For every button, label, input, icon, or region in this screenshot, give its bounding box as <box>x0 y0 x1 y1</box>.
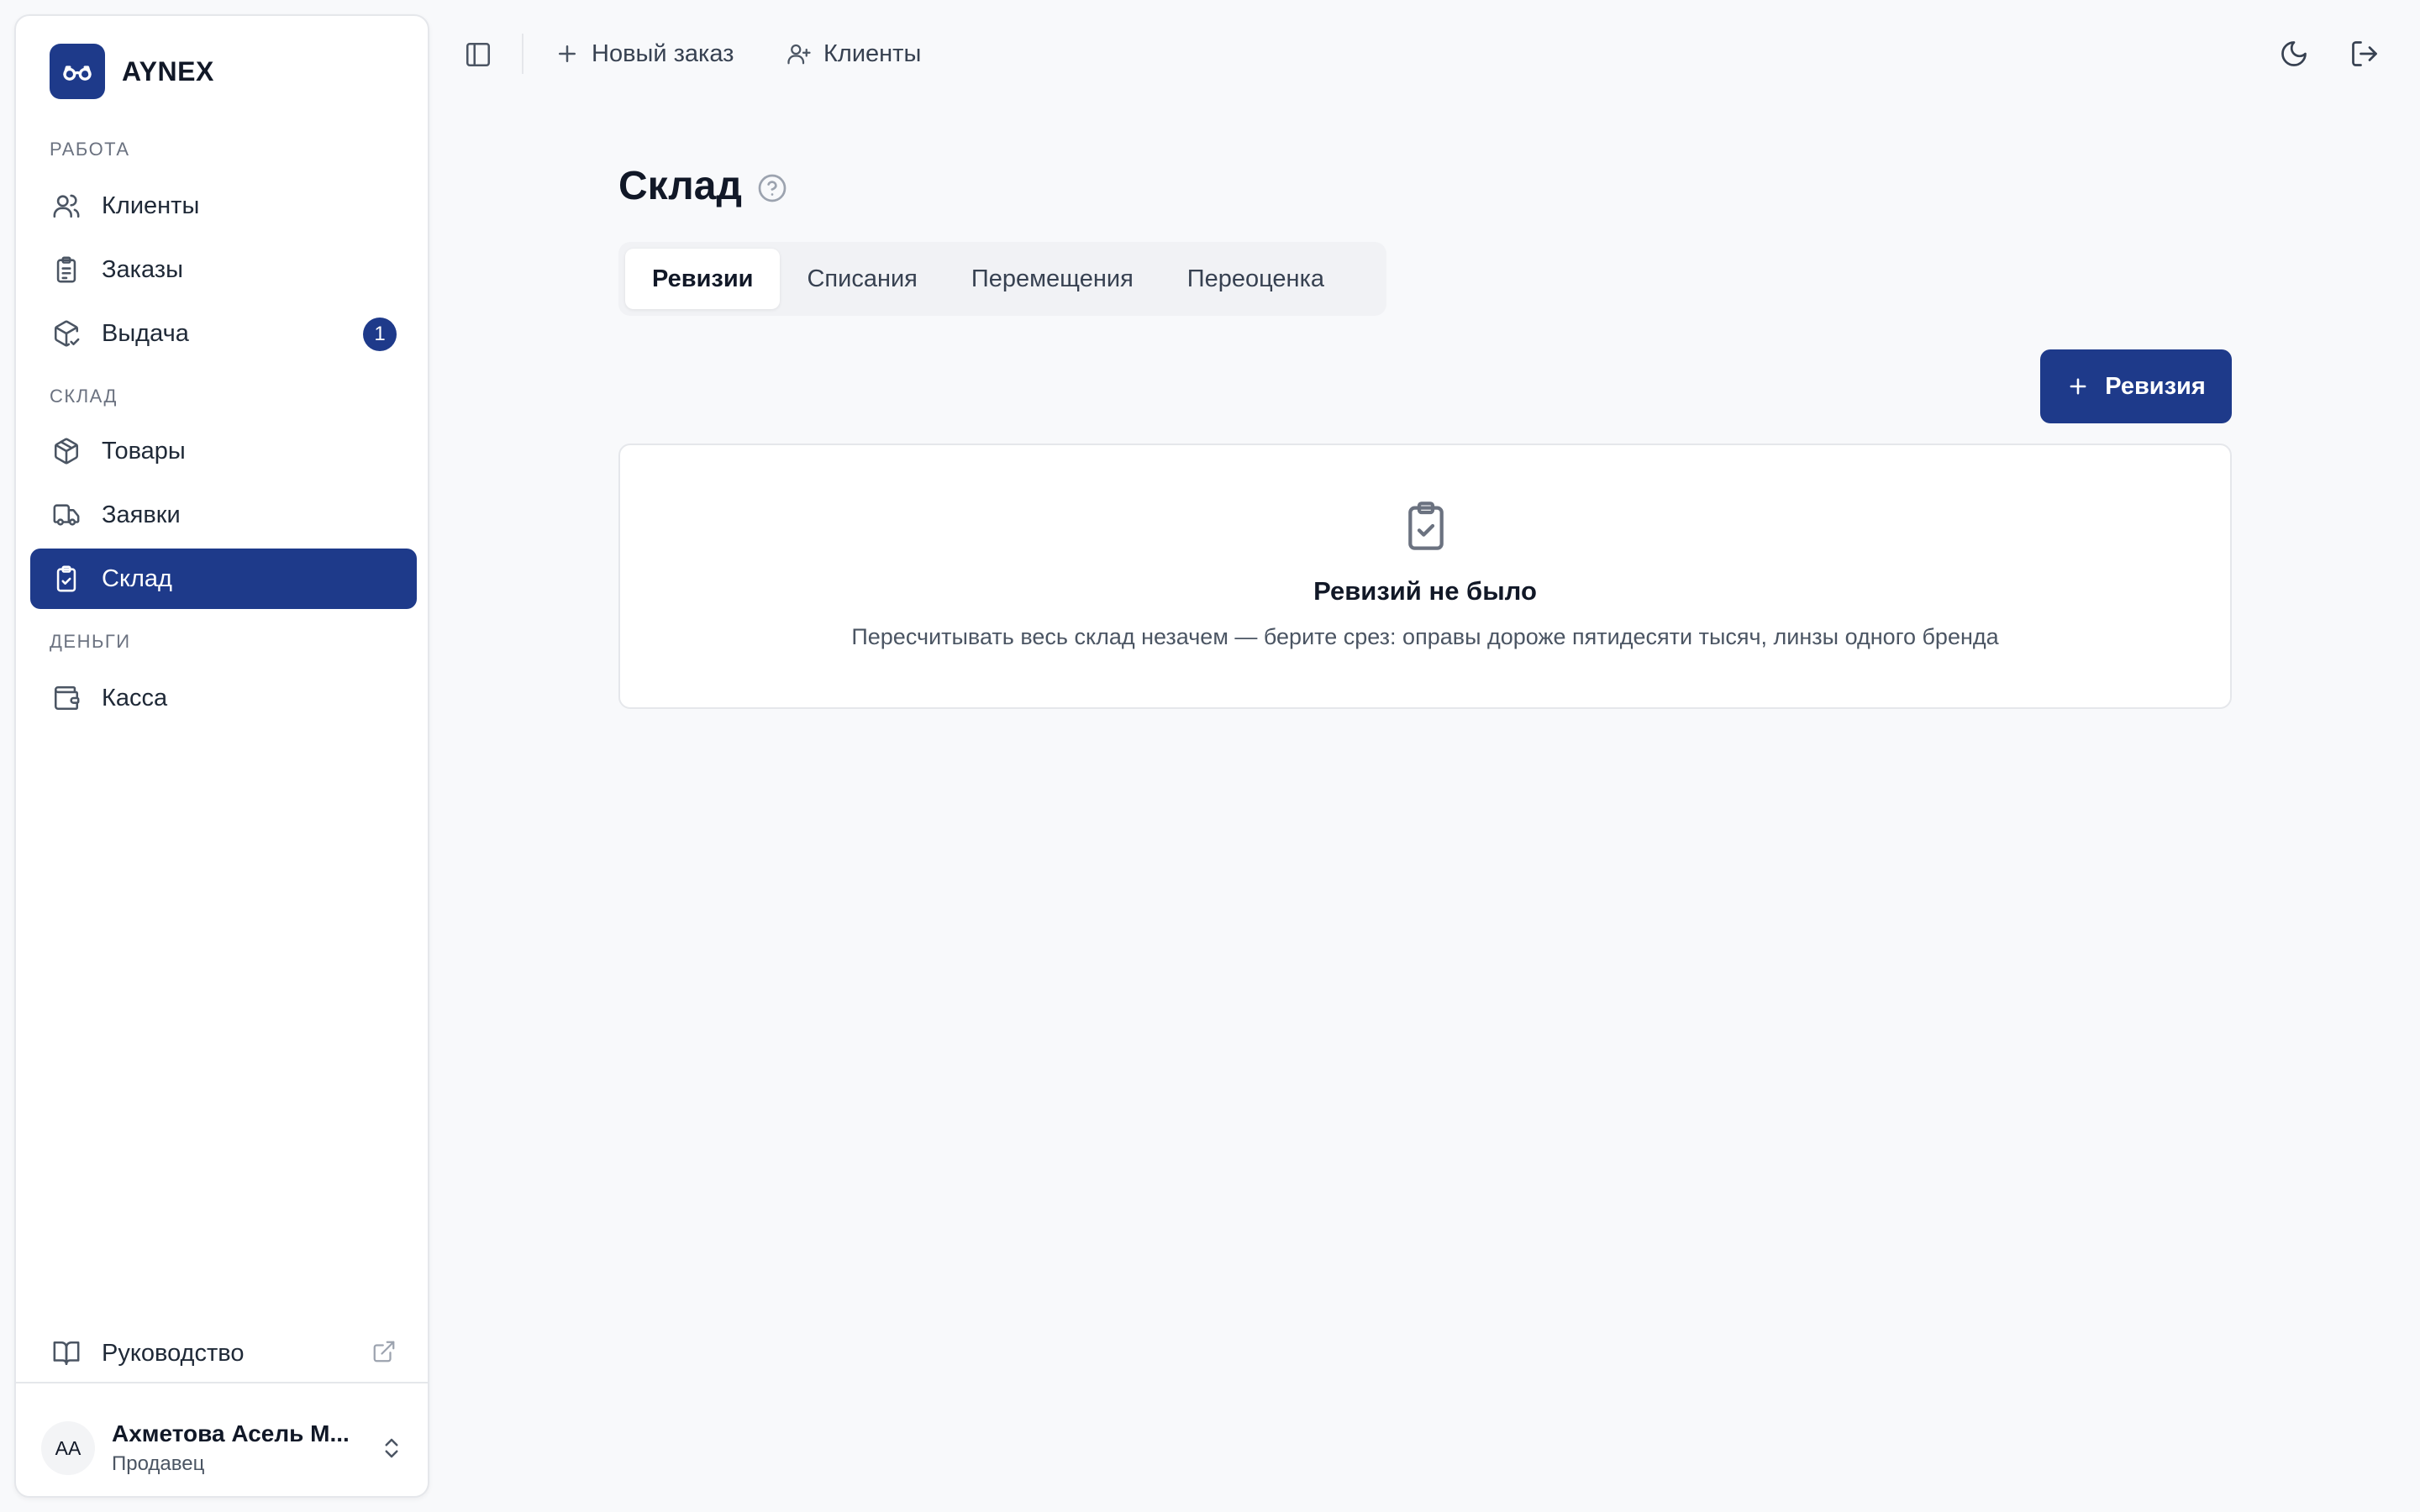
avatar: АА <box>41 1421 95 1475</box>
package-check-icon <box>54 320 80 347</box>
package-icon <box>54 438 79 465</box>
logout-icon[interactable] <box>2349 39 2380 69</box>
plus-icon <box>2070 378 2086 395</box>
sidebar-item-label: Заявки <box>102 501 181 528</box>
sidebar-divider <box>16 1382 428 1383</box>
status-badge: 1 <box>363 318 397 351</box>
topbar-separator <box>522 34 523 74</box>
clipboard-check-icon <box>1408 501 1444 550</box>
book-open-icon <box>53 1341 80 1366</box>
empty-state-description: Пересчитывать весь склад незачем — берит… <box>851 624 1999 649</box>
sidebar-item-warehouse[interactable]: Склад <box>30 549 417 609</box>
sidebar-item-label: Выдача <box>102 319 189 347</box>
sidebar-item-label: Товары <box>102 437 186 465</box>
brand-name: AYNEX <box>122 55 214 87</box>
user-plus-icon <box>787 44 811 65</box>
users-icon <box>53 194 80 218</box>
tab-revaluation[interactable]: Переоценка <box>1160 249 1351 309</box>
sidebar-item-cash[interactable]: Касса <box>30 668 417 728</box>
plus-icon <box>559 45 576 62</box>
section-label-money: ДЕНЬГИ <box>50 631 131 652</box>
add-revision-button[interactable]: Ревизия <box>2040 349 2232 423</box>
clipboard-check-icon <box>56 565 76 592</box>
user-role: Продавец <box>112 1452 205 1475</box>
sidebar-item-label: Заказы <box>102 255 183 283</box>
clipboard-list-icon <box>56 256 76 283</box>
sidebar-item-label: Клиенты <box>102 192 200 219</box>
external-link-icon <box>373 1341 395 1362</box>
moon-icon[interactable] <box>2279 39 2309 69</box>
truck-icon <box>53 504 80 526</box>
brand[interactable]: AYNEX <box>50 44 214 99</box>
page-header: Склад <box>618 163 787 209</box>
clients-button[interactable]: Клиенты <box>786 34 921 74</box>
new-order-button[interactable]: Новый заказ <box>555 34 734 74</box>
tab-transfers[interactable]: Перемещения <box>944 249 1160 309</box>
sidebar-item-label: Склад <box>102 564 172 592</box>
chevrons-up-down-icon <box>385 1438 398 1458</box>
tab-bar: Ревизии Списания Перемещения Переоценка <box>618 242 1386 316</box>
sidebar-item-delivery[interactable]: Выдача 1 <box>30 303 417 364</box>
help-circle-icon[interactable] <box>757 173 787 203</box>
new-order-label: Новый заказ <box>592 39 734 67</box>
tab-revisions[interactable]: Ревизии <box>625 249 781 309</box>
sidebar-toggle-icon[interactable] <box>464 40 492 69</box>
glasses-icon <box>50 44 105 99</box>
sidebar-item-label: Касса <box>102 684 168 711</box>
tab-write-offs[interactable]: Списания <box>780 249 944 309</box>
wallet-icon <box>54 685 80 711</box>
empty-state: Ревизий не было Пересчитывать весь склад… <box>618 444 2232 709</box>
sidebar-item-label: Руководство <box>102 1339 245 1367</box>
sidebar-item-products[interactable]: Товары <box>30 421 417 481</box>
user-info: Ахметова Асель М... Продавец <box>112 1420 355 1476</box>
sidebar-item-guide[interactable]: Руководство <box>30 1323 417 1383</box>
section-label-warehouse: СКЛАД <box>50 386 118 407</box>
sidebar: AYNEX РАБОТА Клиенты Заказы Выдача 1 СКЛ… <box>14 14 429 1498</box>
sidebar-item-requests[interactable]: Заявки <box>30 485 417 545</box>
clients-label: Клиенты <box>823 39 922 67</box>
user-menu[interactable]: АА Ахметова Асель М... Продавец <box>41 1410 411 1486</box>
sidebar-item-orders[interactable]: Заказы <box>30 239 417 300</box>
add-revision-label: Ревизия <box>2105 372 2206 400</box>
sidebar-item-clients[interactable]: Клиенты <box>30 176 417 236</box>
page-title: Склад <box>618 164 742 208</box>
section-label-work: РАБОТА <box>50 139 130 160</box>
empty-state-title: Ревизий не было <box>1313 576 1537 606</box>
user-name: Ахметова Асель М... <box>112 1420 350 1446</box>
